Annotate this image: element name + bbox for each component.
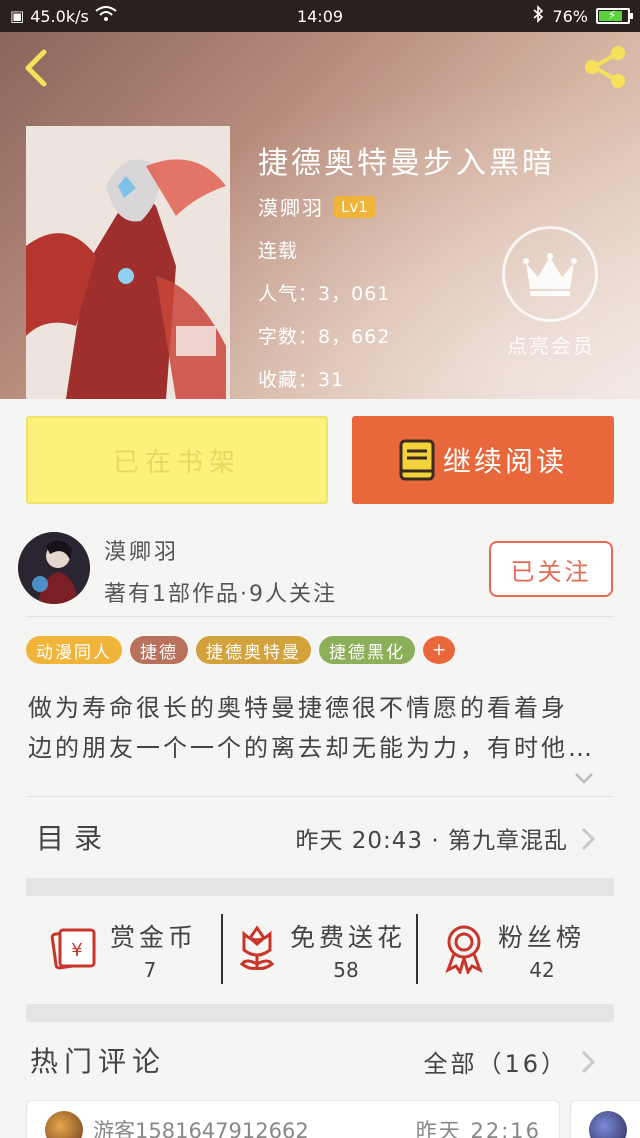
crown-icon [523,253,577,296]
in-bookshelf-button[interactable]: 已在书架 [26,416,328,504]
continue-reading-label: 继续阅读 [442,445,567,478]
author-avatar[interactable] [18,532,90,604]
tag-item[interactable]: 动漫同人 [26,636,122,664]
divider [221,914,223,984]
vip-label[interactable]: 点亮会员 [496,330,606,359]
author-name[interactable]: 漠卿羽 [258,192,324,221]
reward-coins-label: 赏金币 [110,923,198,952]
author-stats: 著有1部作品·9人关注 [104,582,337,607]
battery-percent: 76% [552,6,588,26]
flower-icon [236,924,278,976]
commenter-name[interactable]: 游客1581647912662 [93,1115,309,1138]
in-bookshelf-label: 已在书架 [112,447,241,478]
book-header: 捷德奥特曼步入黑暗 漠卿羽 Lv1 连载 人气：3，061 字数：8，662 收… [0,32,640,399]
send-flower-button[interactable]: 免费送花 58 [232,906,416,996]
divider [416,914,418,984]
status-bar: ▣ 45.0k/s 14:09 76% ⚡ [0,0,640,32]
description-line-2: 边的朋友一个一个的离去却无能为力，有时他… [28,734,595,762]
serial-status: 连载 [258,240,299,262]
fan-ranking-label: 粉丝榜 [498,923,586,952]
share-icon[interactable] [580,42,630,92]
tag-item[interactable]: 捷德 [130,636,188,664]
section-separator [26,878,614,896]
book-cover[interactable] [26,126,230,399]
book-title: 捷德奥特曼步入黑暗 [258,146,555,181]
wifi-icon [95,6,117,26]
fan-ranking-button[interactable]: 粉丝榜 42 [430,906,614,996]
back-chevron-icon[interactable] [18,46,58,90]
commenter-avatar[interactable] [45,1111,83,1138]
book-icon [399,439,435,481]
book-description[interactable]: 做为寿命很长的奥特曼捷德很不情愿的看着身 边的朋友一个一个的离去却无能为力，有时他… [28,688,608,768]
divider [26,616,614,617]
author-row: 漠卿羽 Lv1 [258,192,375,221]
followed-label: 已关注 [510,557,592,586]
notification-icon: ▣ [10,7,25,25]
all-comments-link[interactable]: 全部（16） [423,1044,568,1079]
network-speed: 45.0k/s [30,6,89,26]
tag-item[interactable]: 捷德黑化 [319,636,415,664]
comment-card[interactable] [570,1100,640,1138]
word-count: 字数：8，662 [258,326,391,348]
section-separator [26,1004,614,1022]
catalog-row[interactable]: 目录 昨天 20:43 · 第九章混乱 [0,797,640,877]
fan-ranking-count: 42 [529,958,555,982]
comment-time: 昨天 22:16 [415,1119,541,1138]
reward-coins-count: 7 [143,958,157,982]
vip-button[interactable] [502,226,598,322]
tag-list: 动漫同人 捷德 捷德奥特曼 捷德黑化 + [26,636,455,664]
catalog-label: 目录 [36,822,113,855]
reward-coins-button[interactable]: ¥ 赏金币 7 [40,906,222,996]
chevron-right-icon[interactable] [578,1048,598,1076]
hot-comments-title: 热门评论 [30,1045,167,1078]
medal-icon [442,924,486,978]
battery-charging-icon: ⚡ [596,8,633,24]
popularity: 人气：3，061 [258,283,391,305]
svg-text:¥: ¥ [71,940,82,961]
tag-item[interactable]: 捷德奥特曼 [196,636,311,664]
send-flower-count: 58 [333,958,359,982]
continue-reading-button[interactable]: 继续阅读 [352,416,614,504]
commenter-avatar[interactable] [589,1111,627,1138]
author-profile-name[interactable]: 漠卿羽 [104,534,179,566]
comment-card[interactable]: 游客1581647912662 昨天 22:16 [26,1100,560,1138]
add-tag-button[interactable]: + [423,636,455,664]
clock: 14:09 [296,6,344,26]
chevron-right-icon [578,825,598,853]
latest-chapter: 昨天 20:43 · 第九章混乱 [295,828,568,854]
expand-chevron-icon[interactable] [572,766,596,790]
send-flower-label: 免费送花 [290,923,407,952]
level-badge: Lv1 [334,195,375,218]
red-envelope-icon: ¥ [50,924,98,976]
followed-button[interactable]: 已关注 [489,541,613,597]
bluetooth-icon [532,5,544,27]
description-line-1: 做为寿命很长的奥特曼捷德很不情愿的看着身 [28,694,568,722]
favorites-count: 收藏：31 [258,369,345,391]
